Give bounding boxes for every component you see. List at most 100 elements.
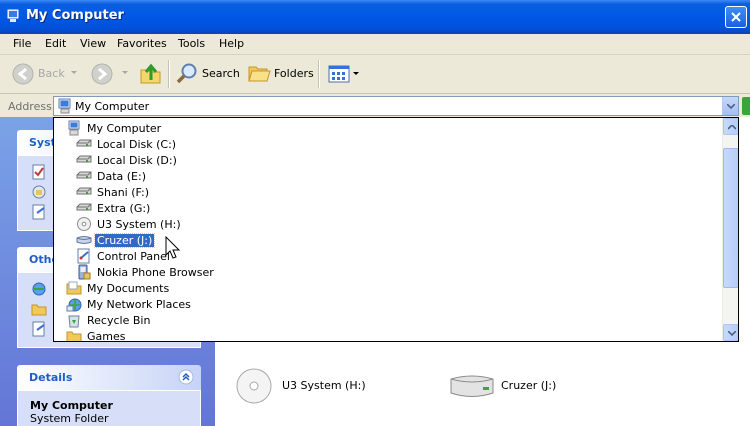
control-panel-icon[interactable]	[31, 321, 47, 337]
toolbar: Back Search Folders	[0, 55, 750, 94]
dropdown-item[interactable]: My Documents	[54, 280, 721, 296]
back-button[interactable]: Back	[10, 62, 66, 86]
details-header[interactable]: Details	[17, 365, 201, 390]
removable-drive-icon[interactable]	[447, 373, 497, 401]
menu-view[interactable]: View	[80, 37, 106, 50]
change-setting-icon[interactable]	[31, 204, 47, 220]
documents-folder-icon	[66, 281, 82, 295]
system-info-icon[interactable]	[31, 164, 47, 180]
dropdown-item-label: U3 System (H:)	[97, 218, 181, 231]
recycle-bin-icon	[68, 315, 80, 328]
dropdown-item-label: My Documents	[87, 282, 170, 295]
dropdown-item[interactable]: U3 System (H:)	[54, 216, 721, 232]
computer-icon	[68, 120, 80, 136]
dropdown-item-label: Control Panel	[97, 250, 170, 263]
views-icon	[328, 65, 350, 83]
dropdown-item-label: Nokia Phone Browser	[97, 266, 214, 279]
details-name: My Computer	[30, 399, 113, 412]
hard-drive-icon	[76, 139, 92, 147]
menu-tools[interactable]: Tools	[178, 37, 205, 50]
documents-folder-icon[interactable]	[31, 301, 47, 317]
removable-drive-icon	[76, 236, 92, 244]
folders-label: Folders	[274, 67, 314, 80]
dropdown-item-label: Extra (G:)	[97, 202, 151, 215]
search-icon	[176, 63, 197, 84]
hard-drive-icon	[76, 203, 92, 211]
search-label: Search	[202, 67, 240, 80]
views-dropdown-icon	[353, 72, 359, 75]
back-dropdown-icon[interactable]	[71, 71, 77, 75]
dropdown-item-label: Shani (F:)	[97, 186, 149, 199]
system-tasks-title: Syst	[29, 136, 56, 149]
back-arrow-icon	[12, 63, 34, 85]
computer-icon	[58, 98, 71, 114]
dropdown-item-label: My Network Places	[87, 298, 191, 311]
hard-drive-icon	[76, 155, 92, 163]
cd-drive-icon	[77, 217, 91, 231]
menu-bar: File Edit View Favorites Tools Help	[0, 34, 750, 55]
scroll-up-button[interactable]	[723, 118, 738, 135]
menu-file[interactable]: File	[13, 37, 31, 50]
toolbar-separator	[318, 60, 320, 88]
dropdown-item[interactable]: Recycle Bin	[54, 312, 721, 328]
search-button[interactable]: Search	[174, 61, 240, 87]
dropdown-item-label: My Computer	[87, 122, 162, 135]
dropdown-item[interactable]: Games	[54, 328, 721, 342]
scroll-thumb[interactable]	[723, 148, 738, 288]
address-combobox[interactable]: My Computer	[53, 96, 739, 116]
menu-edit[interactable]: Edit	[45, 37, 66, 50]
collapse-icon[interactable]	[178, 369, 194, 385]
close-button[interactable]	[725, 6, 747, 28]
menu-favorites[interactable]: Favorites	[117, 37, 167, 50]
dropdown-item-label: Games	[87, 330, 126, 342]
dropdown-item[interactable]: Control Panel	[54, 248, 721, 264]
up-folder-icon[interactable]	[139, 62, 163, 86]
dropdown-item-label: Local Disk (C:)	[97, 138, 177, 151]
chevron-up-icon	[728, 125, 736, 130]
address-dropdown-button[interactable]	[722, 97, 738, 115]
cd-drive-icon[interactable]	[235, 367, 273, 405]
address-label: Address	[8, 100, 52, 113]
dropdown-item[interactable]: Cruzer (J:)	[54, 232, 721, 248]
dropdown-item[interactable]: Local Disk (D:)	[54, 152, 721, 168]
title-bar[interactable]: My Computer	[0, 0, 750, 34]
dropdown-item[interactable]: Local Disk (C:)	[54, 136, 721, 152]
details-title: Details	[29, 371, 73, 384]
dropdown-item-label: Data (E:)	[97, 170, 147, 183]
computer-icon	[7, 9, 19, 22]
go-button[interactable]	[742, 97, 750, 115]
dropdown-item[interactable]: My Network Places	[54, 296, 721, 312]
address-dropdown-list[interactable]: My Computer Local Disk (C:) Local Disk (D:…	[53, 117, 739, 342]
dropdown-item[interactable]: Extra (G:)	[54, 200, 721, 216]
scroll-down-button[interactable]	[723, 324, 738, 341]
menu-help[interactable]: Help	[219, 37, 244, 50]
details-panel: My Computer System Folder	[17, 390, 201, 426]
phone-browser-icon	[78, 264, 91, 280]
dropdown-item[interactable]: Shani (F:)	[54, 184, 721, 200]
dropdown-item-label: Local Disk (D:)	[97, 154, 177, 167]
dropdown-item-label: Cruzer (J:)	[93, 233, 156, 248]
folder-icon	[66, 331, 82, 341]
toolbar-separator	[168, 60, 170, 88]
forward-dropdown-icon[interactable]	[122, 71, 128, 75]
folders-button[interactable]: Folders	[246, 61, 314, 87]
dropdown-item[interactable]: My Computer	[54, 120, 721, 136]
dropdown-item[interactable]: Nokia Phone Browser	[54, 264, 721, 280]
forward-arrow-icon[interactable]	[91, 63, 113, 85]
content-item-label[interactable]: U3 System (H:)	[282, 379, 366, 392]
chevron-down-icon	[728, 331, 736, 336]
views-button[interactable]	[326, 62, 360, 86]
content-item-label[interactable]: Cruzer (J:)	[501, 379, 556, 392]
dropdown-scrollbar[interactable]	[722, 118, 738, 341]
folders-icon	[248, 66, 271, 82]
dropdown-item[interactable]: Data (E:)	[54, 168, 721, 184]
close-icon	[731, 12, 741, 22]
add-remove-programs-icon[interactable]	[31, 184, 47, 200]
hard-drive-icon	[76, 171, 92, 179]
network-places-icon	[66, 298, 82, 312]
network-places-icon[interactable]	[31, 281, 47, 297]
chevron-down-icon	[727, 104, 735, 109]
dropdown-item-label: Recycle Bin	[87, 314, 151, 327]
window-title: My Computer	[26, 8, 124, 23]
back-label: Back	[38, 67, 65, 80]
